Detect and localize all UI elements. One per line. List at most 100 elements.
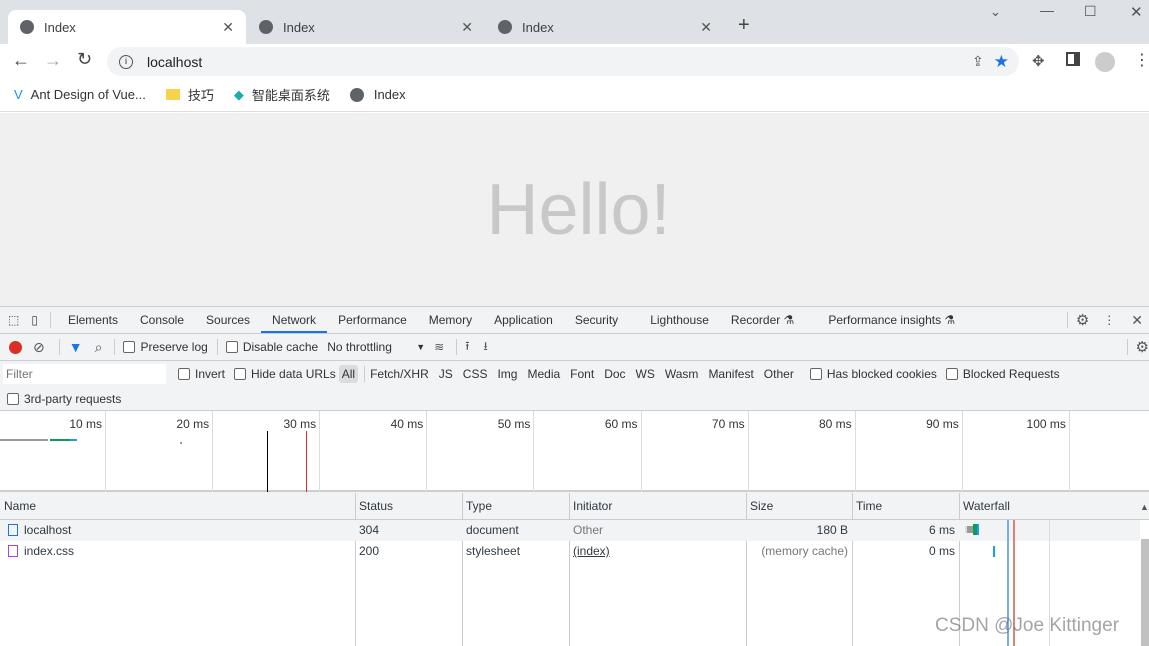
inspect-icon[interactable]: ⬚ (8, 313, 19, 327)
browser-tab[interactable]: Index ✕ (486, 10, 724, 44)
filter-type-all[interactable]: All (338, 365, 359, 383)
menu-icon[interactable]: ⋮ (1134, 50, 1149, 70)
tab-security[interactable]: Security (564, 307, 629, 333)
bookmarks-bar: V Ant Design of Vue... 技巧 ◆ 智能桌面系统 Index (0, 78, 1149, 112)
close-tab-icon[interactable]: ✕ (222, 19, 234, 36)
network-conditions-icon[interactable]: ≋ (434, 340, 444, 354)
filter-type-ws[interactable]: WS (636, 367, 655, 381)
column-header-name[interactable]: Name (0, 496, 40, 517)
preserve-log-checkbox[interactable]: Preserve log (123, 340, 208, 354)
filter-bar: Invert Hide data URLs All Fetch/XHR JS C… (0, 361, 1149, 411)
scrollbar-thumb[interactable] (1141, 539, 1149, 646)
label: No throttling (327, 340, 392, 354)
browser-tab[interactable]: Index ✕ (8, 10, 246, 44)
devtools-panel: ⬚ ▯ Elements Console Sources Network Per… (0, 306, 1149, 646)
watermark: CSDN @Joe Kittinger (935, 615, 1120, 636)
more-options-icon[interactable]: ⋮ (1103, 313, 1115, 327)
waterfall-bar-css (993, 546, 995, 557)
filter-type-media[interactable]: Media (527, 367, 560, 381)
filter-type-wasm[interactable]: Wasm (665, 367, 699, 381)
tab-sources[interactable]: Sources (195, 307, 261, 333)
timeline-gridline (105, 411, 106, 492)
column-header-initiator[interactable]: Initiator (569, 496, 616, 517)
back-icon[interactable]: ← (12, 50, 30, 71)
column-header-time[interactable]: Time (852, 496, 886, 517)
clear-icon[interactable]: ⊘ (33, 339, 45, 356)
close-window-button[interactable]: ✕ (1130, 3, 1143, 21)
filter-type-other[interactable]: Other (764, 367, 794, 381)
share-icon[interactable]: ⇪ (972, 53, 984, 70)
reload-icon[interactable]: ↻ (77, 49, 92, 70)
filter-input[interactable] (3, 364, 166, 384)
browser-tab[interactable]: Index ✕ (247, 10, 485, 44)
timeline-tick-label: 100 ms (1026, 417, 1066, 431)
close-tab-icon[interactable]: ✕ (700, 19, 712, 36)
timeline-tick-label: 50 ms (497, 417, 531, 431)
filter-type-js[interactable]: JS (439, 367, 453, 381)
tab-application[interactable]: Application (483, 307, 564, 333)
filter-icon[interactable]: ▼ (69, 339, 83, 355)
tab-search-icon[interactable]: ⌄ (990, 4, 1001, 20)
tab-performance-insights[interactable]: Performance insights ⚗ (817, 307, 966, 333)
search-icon[interactable]: ⌕ (95, 339, 103, 356)
new-tab-button[interactable]: + (738, 14, 750, 37)
bookmark-star-icon[interactable]: ★ (994, 52, 1009, 72)
tab-recorder[interactable]: Recorder ⚗ (720, 307, 805, 333)
tab-network[interactable]: Network (261, 307, 328, 333)
network-settings-icon[interactable]: ⚙ (1136, 338, 1149, 356)
profile-avatar[interactable] (1095, 52, 1115, 72)
tab-performance[interactable]: Performance (327, 307, 418, 333)
filter-type-font[interactable]: Font (570, 367, 594, 381)
globe-icon (349, 87, 364, 102)
column-header-waterfall[interactable]: Waterfall (959, 496, 1014, 517)
export-har-icon[interactable]: ⭳ (483, 337, 487, 358)
tab-console[interactable]: Console (129, 307, 195, 333)
filter-type-manifest[interactable]: Manifest (708, 367, 753, 381)
third-party-requests-checkbox[interactable]: 3rd-party requests (7, 392, 121, 406)
tab-lighthouse[interactable]: Lighthouse (639, 307, 720, 333)
folder-icon (165, 89, 180, 100)
bookmark-item[interactable]: ◆ 智能桌面系统 (234, 85, 330, 104)
invert-checkbox[interactable]: Invert (178, 367, 225, 381)
filter-type-css[interactable]: CSS (463, 367, 488, 381)
tab-memory[interactable]: Memory (418, 307, 483, 333)
filter-type-img[interactable]: Img (497, 367, 517, 381)
cell-initiator[interactable]: (index) (569, 541, 614, 562)
address-bar[interactable]: i localhost ⇪ ★ (107, 47, 1019, 76)
side-panel-icon[interactable] (1066, 52, 1080, 66)
tab-elements[interactable]: Elements (57, 307, 129, 333)
minimize-button[interactable]: — (1040, 2, 1054, 18)
filter-type-fetch-xhr[interactable]: Fetch/XHR (370, 367, 429, 381)
bookmark-item[interactable]: Index (349, 87, 406, 102)
settings-icon[interactable]: ⚙ (1076, 311, 1089, 329)
record-icon[interactable] (9, 340, 22, 354)
bookmark-item[interactable]: 技巧 (165, 85, 214, 104)
cell-name[interactable]: localhost (20, 520, 75, 541)
extensions-icon[interactable]: ✥ (1032, 52, 1045, 70)
disable-cache-checkbox[interactable]: Disable cache (225, 340, 318, 354)
app-icon: ◆ (233, 86, 244, 102)
column-header-type[interactable]: Type (462, 496, 496, 517)
has-blocked-cookies-checkbox[interactable]: Has blocked cookies (809, 367, 937, 381)
close-tab-icon[interactable]: ✕ (461, 19, 473, 36)
close-devtools-icon[interactable]: ✕ (1131, 312, 1143, 329)
timeline-overview[interactable]: 10 ms 20 ms 30 ms 40 ms 50 ms 60 ms 70 ms 80 ms… (0, 411, 1149, 492)
timeline-tick-label: 10 ms (69, 417, 102, 431)
bookmark-item[interactable]: V Ant Design of Vue... (14, 87, 146, 102)
sort-ascending-icon[interactable]: ▲ (1140, 502, 1149, 512)
import-har-icon[interactable]: ⭱ (465, 337, 469, 358)
filter-type-doc[interactable]: Doc (604, 367, 625, 381)
hide-data-urls-checkbox[interactable]: Hide data URLs (234, 367, 336, 381)
column-header-size[interactable]: Size (746, 496, 777, 517)
device-toggle-icon[interactable]: ▯ (31, 313, 38, 327)
forward-icon[interactable]: → (44, 50, 62, 71)
blocked-requests-checkbox[interactable]: Blocked Requests (945, 367, 1060, 381)
cell-time: 6 ms (928, 523, 955, 537)
cell-name[interactable]: index.css (20, 541, 78, 562)
cell-status: 304 (359, 523, 380, 537)
column-header-status[interactable]: Status (355, 496, 397, 517)
maximize-button[interactable]: ☐ (1084, 3, 1097, 20)
throttling-select[interactable]: No throttling ▼ (327, 340, 425, 354)
info-icon[interactable]: i (119, 54, 133, 69)
bookmark-label: Index (373, 87, 406, 102)
